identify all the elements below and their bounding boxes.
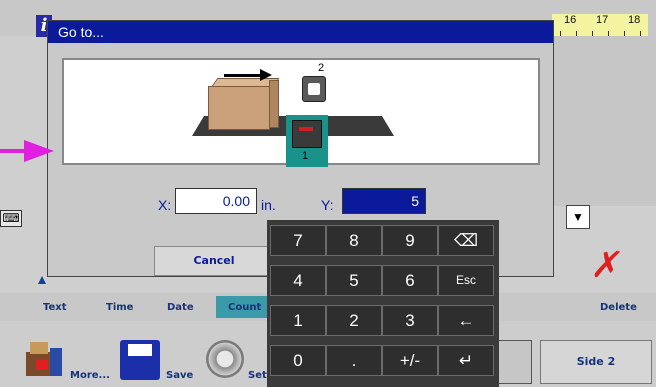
key-8[interactable]: 8	[326, 225, 382, 256]
enter-key[interactable]: ↵	[438, 345, 494, 376]
plus-minus-key[interactable]: +/-	[382, 345, 438, 376]
more-icon[interactable]	[22, 338, 66, 380]
save-icon[interactable]	[120, 340, 160, 380]
more-label[interactable]: More...	[70, 370, 110, 381]
dropdown-arrow-button[interactable]: ▼	[566, 205, 590, 229]
pointer-arrow-shaft	[0, 149, 26, 153]
key-4[interactable]: 4	[270, 265, 326, 296]
decimal-key[interactable]: .	[326, 345, 382, 376]
pointer-arrow-icon	[24, 140, 54, 162]
key-2[interactable]: 2	[326, 305, 382, 336]
ruler-number: 18	[628, 14, 641, 26]
sensor-2-label: 2	[318, 62, 325, 74]
key-5[interactable]: 5	[326, 265, 382, 296]
y-label: Y:	[321, 197, 334, 213]
y-coordinate-field[interactable]: 5	[342, 188, 426, 214]
scroll-indicator-icon	[38, 276, 46, 284]
right-panel	[552, 36, 656, 206]
ruler-number: 17	[596, 14, 609, 26]
package-box	[208, 86, 270, 130]
left-arrow-key[interactable]: ←	[438, 305, 494, 336]
dialog-title: Go to...	[48, 21, 553, 43]
x-unit-label: in.	[261, 197, 276, 213]
numeric-keypad: 7 8 9 ⌫ 4 5 6 Esc 1 2 3 ← 0 . +/- ↵	[267, 220, 499, 387]
direction-arrow-head	[260, 69, 272, 81]
ruler: 16 17 18	[552, 14, 648, 37]
key-9[interactable]: 9	[382, 225, 438, 256]
key-3[interactable]: 3	[382, 305, 438, 336]
tab-time[interactable]: Time	[106, 302, 133, 313]
settings-gear-icon[interactable]	[206, 340, 244, 378]
sensor-1-icon[interactable]	[292, 120, 322, 148]
backspace-key[interactable]: ⌫	[438, 225, 494, 256]
keyboard-icon[interactable]: ⌨	[0, 210, 22, 227]
side-2-button[interactable]: Side 2	[540, 340, 652, 384]
direction-arrow-icon	[224, 74, 262, 77]
sensor-1-label: 1	[302, 150, 309, 162]
save-label[interactable]: Save	[166, 370, 193, 381]
sensor-illustration: 2 1	[62, 58, 540, 167]
x-coordinate-field[interactable]: 0.00	[175, 188, 257, 214]
key-1[interactable]: 1	[270, 305, 326, 336]
cancel-button[interactable]: Cancel	[154, 246, 274, 276]
delete-icon[interactable]: ✗	[588, 245, 625, 286]
ruler-number: 16	[564, 14, 577, 26]
tab-text[interactable]: Text	[43, 302, 67, 313]
tab-date[interactable]: Date	[167, 302, 194, 313]
key-6[interactable]: 6	[382, 265, 438, 296]
key-0[interactable]: 0	[270, 345, 326, 376]
key-7[interactable]: 7	[270, 225, 326, 256]
escape-key[interactable]: Esc	[438, 265, 494, 296]
sensor-2-icon	[302, 76, 326, 102]
package-box-side	[269, 80, 279, 128]
x-label: X:	[158, 197, 172, 213]
tab-count[interactable]: Count	[228, 302, 261, 313]
tab-delete[interactable]: Delete	[600, 302, 637, 313]
